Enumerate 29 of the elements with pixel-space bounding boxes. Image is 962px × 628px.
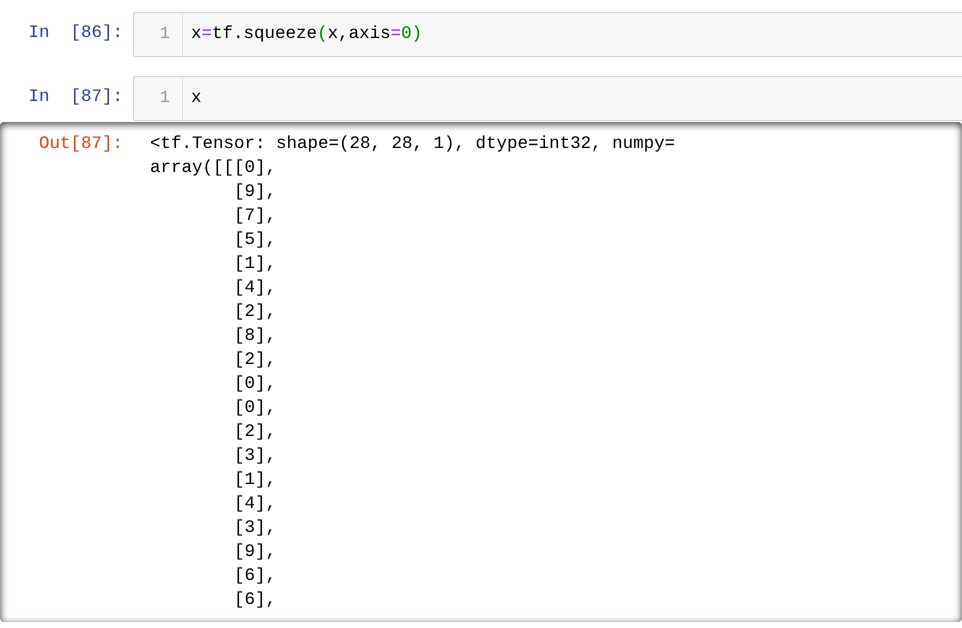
output-line: [1], [233,253,278,276]
output-line: [0], [233,397,278,420]
output-line: [4], [233,277,278,300]
line-number: 1 [134,13,183,56]
code-line: x=tf.squeeze(x,axis=0) [190,23,422,46]
output-line: [2], [233,421,278,444]
input-prompt: In [87]: [27,86,124,109]
output-line: [5], [233,229,278,252]
output-line: [2], [233,301,278,324]
code-cell[interactable]: 1 x [133,76,962,121]
output-line: [6], [233,565,278,588]
output-line: [6], [233,589,278,612]
input-prompt: In [86]: [27,22,124,45]
output-line: [2], [233,349,278,372]
output-line: [1], [233,469,278,492]
line-number: 1 [134,77,183,120]
output-line: [8], [233,325,278,348]
output-line: [9], [233,541,278,564]
output-line: array([[[0], [150,157,278,180]
output-line: [3], [233,445,278,468]
output-line: [9], [233,181,278,204]
output-line: <tf.Tensor: shape=(28, 28, 1), dtype=int32, numpy= [150,133,676,156]
output-line: [7], [233,205,278,228]
code-line: x [190,87,202,110]
code-cell[interactable]: 1 x=tf.squeeze(x,axis=0) [133,12,962,57]
output-line: [0], [233,373,278,396]
output-line: [4], [233,493,278,516]
output-prompt: Out[87]: [38,133,124,156]
output-line: [3], [233,517,278,540]
